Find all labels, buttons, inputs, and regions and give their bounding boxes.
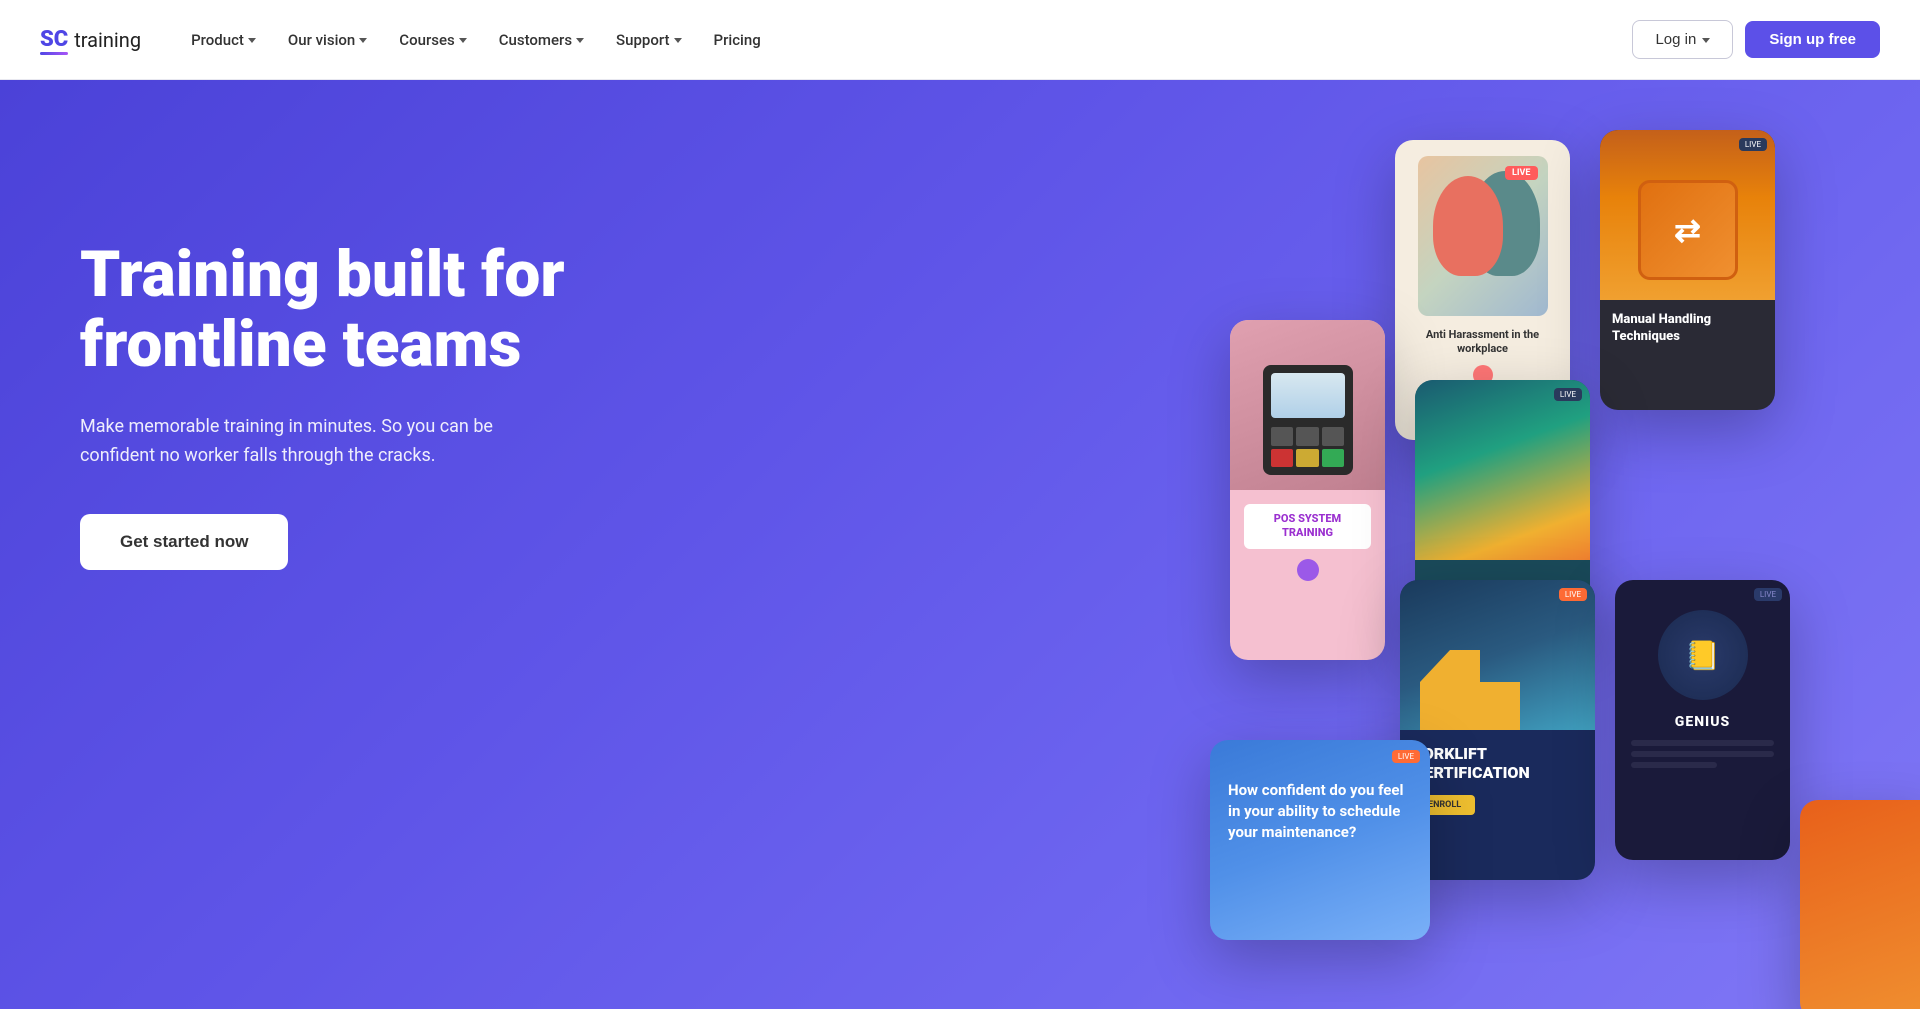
card-extra: [1800, 800, 1920, 1009]
forklift-shape: [1420, 650, 1520, 730]
pos-key: [1296, 427, 1319, 446]
chevron-down-icon: [1702, 38, 1710, 43]
hero-cards: LIVE Anti Harassment in the workplace ⇄ …: [1220, 100, 1920, 1009]
pos-screen: [1271, 373, 1345, 418]
logo[interactable]: SC training: [40, 27, 141, 52]
pos-key-green: [1322, 449, 1345, 468]
card-warehouse-badge: LIVE: [1554, 388, 1582, 401]
card-anti-harassment-title: Anti Harassment in the workplace: [1407, 328, 1558, 357]
nav-item-our-vision[interactable]: Our vision: [274, 23, 381, 57]
hero-content: Training built for frontline teams Make …: [80, 180, 640, 570]
pos-key: [1322, 427, 1345, 446]
head-silhouette-left: [1433, 176, 1503, 276]
pos-key-yellow: [1296, 449, 1319, 468]
hero-title: Training built for frontline teams: [80, 240, 640, 381]
navbar-left: SC training Product Our vision Courses C…: [40, 23, 775, 57]
logo-training: training: [74, 28, 141, 52]
card-forklift-photo: LIVE: [1400, 580, 1595, 730]
chevron-down-icon: [576, 38, 584, 43]
card-forklift-title: FORKLIFT CERTIFICATION: [1414, 744, 1581, 782]
navbar: SC training Product Our vision Courses C…: [0, 0, 1920, 80]
card-manual-handling-badge: LIVE: [1739, 138, 1767, 151]
notebook-icon: 📒: [1685, 639, 1720, 672]
pos-key-red: [1271, 449, 1294, 468]
pos-keypad: [1271, 427, 1345, 467]
nav-item-product[interactable]: Product: [177, 23, 270, 57]
hero-subtitle: Make memorable training in minutes. So y…: [80, 413, 520, 471]
chevron-down-icon: [459, 38, 467, 43]
card-pos-bottom: POS SYSTEM TRAINING: [1230, 490, 1385, 595]
nav-item-support[interactable]: Support: [602, 23, 695, 57]
card-genius-title: GENIUS: [1615, 714, 1790, 730]
card-quiz: LIVE How confident do you feel in your a…: [1210, 740, 1430, 940]
card-genius-line: [1631, 762, 1717, 768]
card-genius-circle: 📒: [1658, 610, 1748, 700]
pos-terminal: [1263, 365, 1353, 475]
card-pos-photo: [1230, 320, 1385, 490]
get-started-button[interactable]: Get started now: [80, 514, 288, 570]
arrow-icon: ⇄: [1674, 211, 1701, 249]
signup-button[interactable]: Sign up free: [1745, 21, 1880, 58]
navbar-right: Log in Sign up free: [1632, 20, 1880, 59]
card-anti-harassment-image: LIVE: [1418, 156, 1548, 316]
chevron-down-icon: [674, 38, 682, 43]
card-genius: LIVE 📒 GENIUS: [1615, 580, 1790, 860]
card-manual-handling-title: Manual Handling Techniques: [1600, 300, 1775, 358]
login-button[interactable]: Log in: [1632, 20, 1733, 59]
card-forklift-badge: LIVE: [1559, 588, 1587, 601]
card-quiz-badge: LIVE: [1392, 750, 1420, 763]
card-genius-line: [1631, 751, 1774, 757]
nav-item-courses[interactable]: Courses: [385, 23, 480, 57]
logo-underline: [40, 52, 68, 55]
nav-links: Product Our vision Courses Customers Sup…: [177, 23, 775, 57]
card-manual-handling-photo: ⇄ LIVE: [1600, 130, 1775, 300]
card-manual-handling-sign: ⇄: [1638, 180, 1738, 280]
card-genius-line: [1631, 740, 1774, 746]
card-anti-harassment-badge: LIVE: [1505, 166, 1537, 180]
card-manual-handling: ⇄ LIVE Manual Handling Techniques: [1600, 130, 1775, 410]
card-pos-dot: [1297, 559, 1319, 581]
nav-item-pricing[interactable]: Pricing: [700, 23, 775, 57]
card-genius-lines: [1615, 730, 1790, 783]
card-genius-badge: LIVE: [1754, 588, 1782, 601]
hero-section: Training built for frontline teams Make …: [0, 80, 1920, 1009]
card-warehouse-photo: LIVE: [1415, 380, 1590, 560]
card-pos-title: POS SYSTEM TRAINING: [1244, 504, 1371, 549]
nav-item-customers[interactable]: Customers: [485, 23, 598, 57]
pos-key: [1271, 427, 1294, 446]
card-pos-system: DRAFT POS SYSTEM TRAINING: [1230, 320, 1385, 660]
chevron-down-icon: [248, 38, 256, 43]
chevron-down-icon: [359, 38, 367, 43]
logo-sc: SC: [40, 27, 68, 52]
